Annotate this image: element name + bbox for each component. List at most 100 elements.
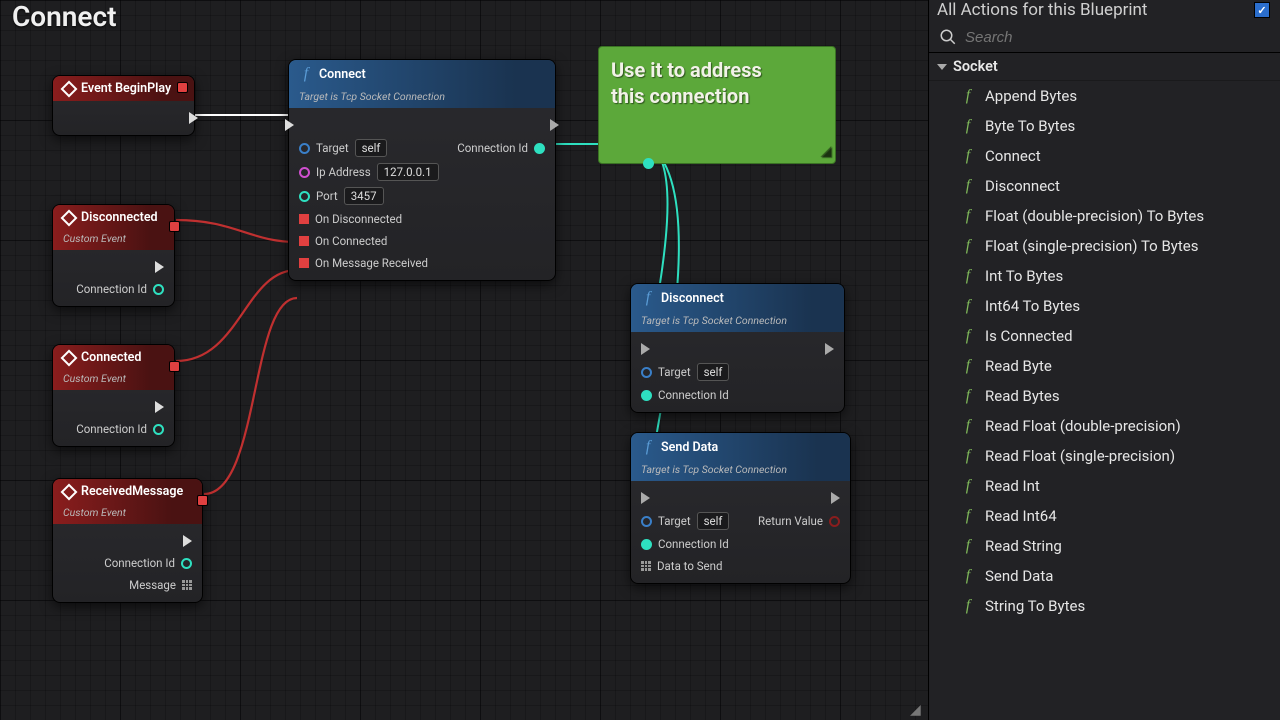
action-item[interactable]: fRead Int bbox=[929, 471, 1280, 501]
node-send-data[interactable]: f Send Data Target is Tcp Socket Connect… bbox=[630, 432, 851, 584]
pin-data-to-send[interactable] bbox=[641, 561, 651, 571]
pin-target[interactable] bbox=[641, 367, 652, 378]
pin-delegate-ondisconnected[interactable] bbox=[299, 214, 309, 224]
pin-label: Target bbox=[316, 141, 349, 155]
input-port[interactable]: 3457 bbox=[344, 187, 384, 205]
pin-target[interactable] bbox=[641, 516, 652, 527]
pin-label: Connection Id bbox=[457, 141, 528, 155]
blueprint-graph[interactable]: Connect Event BeginPlay bbox=[0, 0, 928, 720]
pin-ip-address[interactable] bbox=[299, 167, 310, 178]
action-item[interactable]: fRead Int64 bbox=[929, 501, 1280, 531]
node-connect[interactable]: f Connect Target is Tcp Socket Connectio… bbox=[288, 59, 556, 281]
context-sensitive-checkbox[interactable]: ✓ bbox=[1254, 2, 1270, 18]
resize-grip-icon[interactable]: ◢ bbox=[821, 144, 831, 161]
pin-label: Connection Id bbox=[104, 556, 175, 570]
action-item[interactable]: f Read Float (double-precision) bbox=[929, 411, 1280, 441]
pin-return-value[interactable] bbox=[829, 516, 840, 527]
node-connected-event[interactable]: Connected Custom Event Connection Id bbox=[52, 344, 175, 447]
node-toggle[interactable] bbox=[177, 82, 188, 93]
pin-label: On Disconnected bbox=[315, 212, 402, 226]
exec-out-pin[interactable] bbox=[155, 401, 164, 413]
action-label: Read Int64 bbox=[985, 507, 1057, 525]
action-item[interactable]: fRead Bytes bbox=[929, 381, 1280, 411]
pin-message[interactable] bbox=[182, 580, 192, 590]
function-icon: f bbox=[961, 597, 975, 615]
action-item[interactable]: f Byte To Bytes bbox=[929, 111, 1280, 141]
delegate-pin[interactable] bbox=[197, 495, 208, 506]
exec-in-pin[interactable] bbox=[641, 492, 650, 504]
exec-in-pin[interactable] bbox=[285, 119, 294, 131]
action-label: Append Bytes bbox=[985, 87, 1077, 105]
pin-port[interactable] bbox=[299, 191, 310, 202]
action-label: Read Float (double-precision) bbox=[985, 417, 1181, 435]
action-item[interactable]: fInt To Bytes bbox=[929, 261, 1280, 291]
search-input[interactable] bbox=[965, 29, 1270, 46]
pin-label: Port bbox=[316, 189, 338, 203]
pin-connection-id[interactable] bbox=[153, 424, 164, 435]
node-subtitle: Target is Tcp Socket Connection bbox=[299, 90, 445, 103]
action-item[interactable]: fAppend Bytes bbox=[929, 81, 1280, 111]
category-socket[interactable]: Socket bbox=[929, 53, 1280, 81]
exec-out-pin[interactable] bbox=[155, 261, 164, 273]
node-disconnected-event[interactable]: Disconnected Custom Event Connection Id bbox=[52, 204, 175, 307]
pin-label: Data to Send bbox=[657, 559, 723, 573]
pin-connection-id[interactable] bbox=[181, 558, 192, 569]
node-event-beginplay[interactable]: Event BeginPlay bbox=[52, 75, 195, 136]
action-item[interactable]: fConnect bbox=[929, 141, 1280, 171]
exec-out-pin[interactable] bbox=[183, 535, 192, 547]
node-header: Connected Custom Event bbox=[53, 345, 174, 390]
delegate-pin[interactable] bbox=[169, 221, 180, 232]
delegate-pin[interactable] bbox=[169, 361, 180, 372]
action-label: Send Data bbox=[985, 567, 1053, 585]
function-icon: f bbox=[961, 567, 975, 585]
function-icon: f bbox=[961, 417, 975, 435]
pin-target[interactable] bbox=[299, 143, 310, 154]
node-disconnect[interactable]: f Disconnect Target is Tcp Socket Connec… bbox=[630, 283, 845, 413]
pin-connection-id[interactable] bbox=[641, 539, 652, 550]
node-title: Connected bbox=[81, 350, 141, 365]
action-item[interactable]: f Send Data bbox=[929, 561, 1280, 591]
exec-in-pin[interactable] bbox=[641, 343, 650, 355]
action-label: Read String bbox=[985, 537, 1062, 555]
graph-resize-icon[interactable]: ◢ bbox=[910, 702, 924, 716]
pin-delegate-onconnected[interactable] bbox=[299, 236, 309, 246]
action-item[interactable]: fIs Connected bbox=[929, 321, 1280, 351]
action-item[interactable]: fString To Bytes bbox=[929, 591, 1280, 621]
input-target[interactable]: self bbox=[697, 363, 730, 381]
input-target[interactable]: self bbox=[355, 139, 388, 157]
reroute-knot[interactable] bbox=[643, 158, 654, 169]
action-label: Read Float (single-precision) bbox=[985, 447, 1175, 465]
node-title: ReceivedMessage bbox=[81, 484, 183, 499]
action-item[interactable]: fRead Byte bbox=[929, 351, 1280, 381]
function-icon: f bbox=[961, 117, 975, 135]
action-item[interactable]: f Float (double-precision) To Bytes bbox=[929, 201, 1280, 231]
action-item[interactable]: fRead String bbox=[929, 531, 1280, 561]
function-icon: f bbox=[961, 207, 975, 225]
exec-out-pin[interactable] bbox=[189, 112, 198, 124]
function-icon: f bbox=[961, 447, 975, 465]
input-ip[interactable]: 127.0.0.1 bbox=[377, 163, 439, 181]
node-title: Disconnect bbox=[661, 291, 724, 306]
pin-label: Connection Id bbox=[76, 422, 147, 436]
action-item[interactable]: f Read Float (single-precision) bbox=[929, 441, 1280, 471]
pin-connection-id-out[interactable] bbox=[534, 143, 545, 154]
pin-delegate-onmessage[interactable] bbox=[299, 258, 309, 268]
action-item[interactable]: fDisconnect bbox=[929, 171, 1280, 201]
input-target[interactable]: self bbox=[697, 512, 730, 530]
node-receivedmessage-event[interactable]: ReceivedMessage Custom Event Connection … bbox=[52, 478, 203, 603]
action-item[interactable]: fFloat (single-precision) To Bytes bbox=[929, 231, 1280, 261]
pin-connection-id[interactable] bbox=[641, 390, 652, 401]
comment-box[interactable]: Use it to address this connection ◢ bbox=[598, 46, 836, 164]
action-label: Float (double-precision) To Bytes bbox=[985, 207, 1204, 225]
node-title: Disconnected bbox=[81, 210, 158, 225]
pin-connection-id[interactable] bbox=[153, 284, 164, 295]
pin-label: Connection Id bbox=[76, 282, 147, 296]
pin-label: Target bbox=[658, 365, 691, 379]
exec-out-pin[interactable] bbox=[831, 492, 840, 504]
exec-out-pin[interactable] bbox=[825, 343, 834, 355]
node-header: ReceivedMessage Custom Event bbox=[53, 479, 202, 524]
action-item[interactable]: fInt64 To Bytes bbox=[929, 291, 1280, 321]
exec-out-pin[interactable] bbox=[550, 119, 559, 131]
action-label: Byte To Bytes bbox=[985, 117, 1075, 135]
action-list[interactable]: fAppend BytesfByte To BytesfConnectfDisc… bbox=[929, 81, 1280, 720]
